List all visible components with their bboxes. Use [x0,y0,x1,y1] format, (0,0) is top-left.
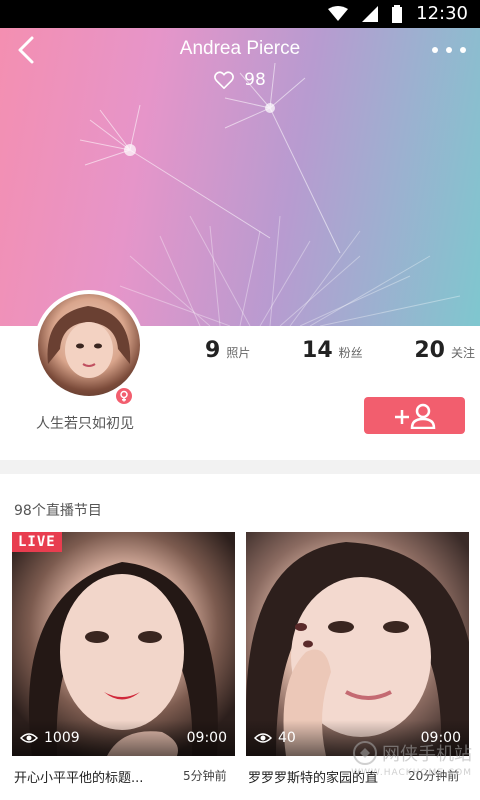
stat-following[interactable]: 20 关注 [414,338,475,363]
profile-cover: Andrea Pierce 98 [0,28,480,326]
stat-value: 20 [414,338,445,363]
avatar-portrait [47,306,131,378]
female-gender-icon [113,385,135,407]
eye-icon [20,733,38,743]
live-badge: LIVE [12,532,62,552]
dot-icon [432,47,438,53]
page-title: Andrea Pierce [179,38,301,59]
stat-value: 9 [205,338,221,363]
watermark-text: 网侠手机站 [382,744,472,765]
stat-label: 照片 [226,346,251,360]
stat-fans[interactable]: 14 粉丝 [302,338,363,363]
signal-icon [362,6,379,22]
likes-count: 98 [244,70,266,90]
profile-signature: 人生若只如初见 [36,416,134,432]
stat-value: 14 [302,338,333,363]
eye-icon [254,733,272,743]
program-title[interactable]: 开心小平平他的标题... [14,767,174,786]
status-bar: 12:30 [0,0,480,28]
follow-button[interactable] [364,397,465,434]
watermark-logo [353,741,377,765]
dot-icon [460,47,466,53]
wifi-icon [328,6,349,21]
viewer-count: 1009 [44,730,80,746]
viewers: 40 [254,730,296,746]
program-card[interactable]: 40 09:00 [246,532,469,756]
program-time: 5分钟前 [183,769,227,783]
likes-counter[interactable]: 98 [0,70,480,90]
add-user-icon [394,403,435,429]
more-options-button[interactable] [432,40,466,60]
clock: 12:30 [416,3,468,24]
viewer-count: 40 [278,730,296,746]
viewers: 1009 [20,730,80,746]
avatar[interactable] [34,290,144,400]
heart-icon [214,71,235,89]
battery-icon [392,5,403,23]
stat-label: 关注 [450,346,475,360]
stat-photos[interactable]: 9 照片 [205,338,250,363]
watermark-subtext: WWW.HACKHOME.COM [351,768,472,778]
program-card[interactable]: LIVE 1009 09:00 [12,532,235,756]
watermark: 网侠手机站 WWW.HACKHOME.COM [351,740,472,778]
duration: 09:00 [186,730,227,746]
section-title: 98个直播节目 [14,503,102,519]
dot-icon [446,47,452,53]
profile-stats: 9 照片 14 粉丝 20 关注 [205,338,475,363]
stat-label: 粉丝 [338,346,363,360]
